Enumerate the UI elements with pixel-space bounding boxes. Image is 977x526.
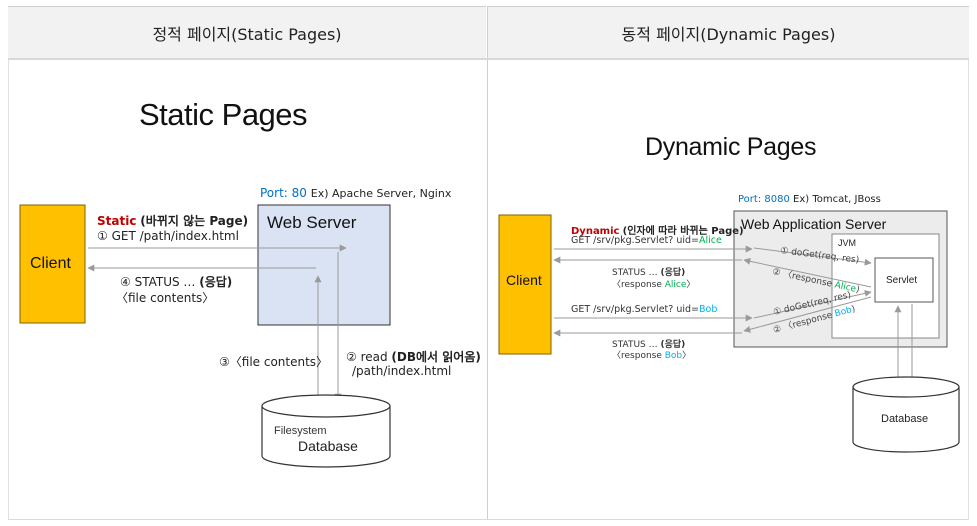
static-db-name: Database — [298, 438, 358, 454]
user-bob-response: Bob — [664, 351, 683, 361]
static-read-path: /path/index.html — [352, 364, 452, 378]
diagram-canvas: ① doGet(req, res) ② 〈response Alice) ① d… — [19, 204, 960, 468]
jvm-label: JVM — [838, 238, 856, 248]
dynamic-get-bob: GET /srv/pkg.Servlet? uid=Bob — [571, 304, 717, 315]
response-prefix: 〈response — [612, 351, 665, 361]
static-read-bold: (DB에서 읽어옴) — [391, 350, 481, 364]
static-response-contents: 〈file contents〉 — [116, 291, 215, 305]
dynamic-response-bob: 〈response Bob〉 — [612, 351, 692, 361]
static-keyword-desc: (바뀌지 않는 Page) — [140, 214, 249, 228]
static-port-line: Port: 80 Ex) Apache Server, Nginx — [260, 186, 451, 200]
dynamic-port-line: Port: 8080 Ex) Tomcat, JBoss — [738, 194, 881, 205]
static-port-label: Port: 80 — [260, 186, 307, 200]
static-port-example: Ex) Apache Server, Nginx — [310, 187, 452, 200]
static-status: ④ STATUS … — [120, 275, 200, 289]
dynamic-get-alice: GET /srv/pkg.Servlet? uid=Alice — [571, 235, 722, 246]
static-read: ② read — [346, 350, 392, 364]
static-web-server-label: Web Server — [267, 213, 357, 232]
dynamic-title: Dynamic Pages — [645, 133, 817, 161]
static-keyword: Static — [97, 214, 137, 228]
was-label: Web Application Server — [741, 216, 887, 232]
static-request-desc: Static (바뀌지 않는 Page) — [97, 212, 248, 229]
static-read-line: ② read (DB에서 읽어옴) — [346, 348, 481, 365]
static-client-label: Client — [30, 255, 71, 272]
static-file-contents: ③〈file contents〉 — [219, 355, 329, 369]
response-prefix: 〈response — [612, 280, 665, 290]
dynamic-db-name: Database — [881, 413, 929, 425]
get-prefix: GET /srv/pkg.Servlet? uid= — [571, 304, 699, 315]
user-bob: Bob — [698, 304, 718, 315]
servlet-label: Servlet — [886, 275, 918, 286]
static-response-line: ④ STATUS … (응답) — [120, 273, 232, 290]
dynamic-client-label: Client — [506, 272, 542, 288]
get-prefix: GET /srv/pkg.Servlet? uid= — [571, 235, 699, 246]
dynamic-port-example: Ex) Tomcat, JBoss — [793, 194, 881, 205]
static-db-sub: Filesystem — [274, 425, 327, 437]
static-status-bold: (응답) — [199, 275, 233, 289]
static-request-line: ① GET /path/index.html — [97, 229, 239, 243]
dynamic-response-alice: 〈response Alice〉 — [612, 280, 696, 290]
user-alice-response: Alice — [664, 280, 687, 290]
stage: 정적 페이지(Static Pages) 동적 페이지(Dynamic Page… — [0, 0, 977, 526]
dynamic-port-label: Port: 8080 — [738, 194, 790, 205]
static-title: Static Pages — [139, 97, 308, 132]
user-alice: Alice — [698, 235, 722, 246]
